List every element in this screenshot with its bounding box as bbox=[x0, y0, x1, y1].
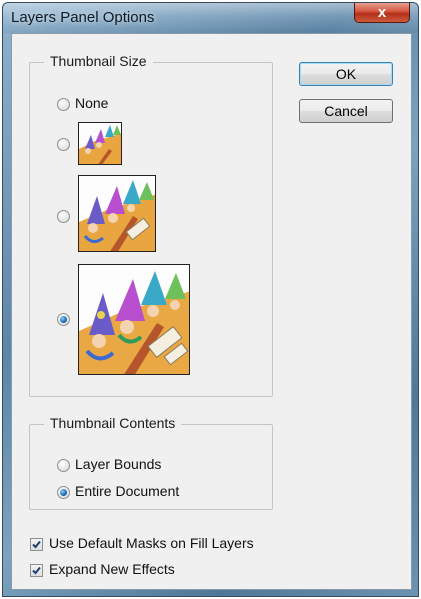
radio-thumbnail-small[interactable] bbox=[57, 138, 70, 151]
checkmark-icon bbox=[32, 540, 41, 549]
cancel-button[interactable]: Cancel bbox=[299, 99, 393, 123]
checkbox-expand-effects[interactable] bbox=[30, 564, 43, 577]
title-bar[interactable]: Layers Panel Options x bbox=[3, 3, 418, 33]
thumbnail-small-preview bbox=[78, 122, 122, 165]
close-icon: x bbox=[377, 4, 387, 21]
thumbnail-size-legend: Thumbnail Size bbox=[44, 53, 153, 69]
radio-thumbnail-medium[interactable] bbox=[57, 210, 70, 223]
radio-thumbnail-none-label[interactable]: None bbox=[75, 95, 108, 111]
radio-entire-document-label[interactable]: Entire Document bbox=[75, 483, 179, 499]
ok-button[interactable]: OK bbox=[299, 62, 393, 86]
close-button[interactable]: x bbox=[354, 3, 410, 23]
gnome-painting-image bbox=[79, 123, 121, 164]
thumbnail-contents-legend: Thumbnail Contents bbox=[44, 415, 182, 431]
checkbox-default-masks-label[interactable]: Use Default Masks on Fill Layers bbox=[49, 535, 254, 551]
thumbnail-medium-preview bbox=[78, 175, 156, 252]
dialog-window: Layers Panel Options x Thumbnail Size No… bbox=[2, 2, 419, 597]
checkbox-expand-effects-label[interactable]: Expand New Effects bbox=[49, 561, 175, 577]
radio-thumbnail-none[interactable] bbox=[57, 98, 70, 111]
radio-layer-bounds-label[interactable]: Layer Bounds bbox=[75, 456, 161, 472]
radio-layer-bounds[interactable] bbox=[57, 459, 70, 472]
radio-entire-document[interactable] bbox=[57, 486, 70, 499]
dialog-body: Thumbnail Size None OK Cancel Thumbnail … bbox=[11, 33, 412, 590]
gnome-painting-image bbox=[79, 176, 155, 251]
thumbnail-large-preview bbox=[78, 264, 190, 375]
radio-thumbnail-large[interactable] bbox=[57, 313, 70, 326]
gnome-painting-image bbox=[79, 265, 189, 374]
dialog-title: Layers Panel Options bbox=[11, 9, 155, 26]
checkmark-icon bbox=[32, 566, 41, 575]
checkbox-default-masks[interactable] bbox=[30, 538, 43, 551]
